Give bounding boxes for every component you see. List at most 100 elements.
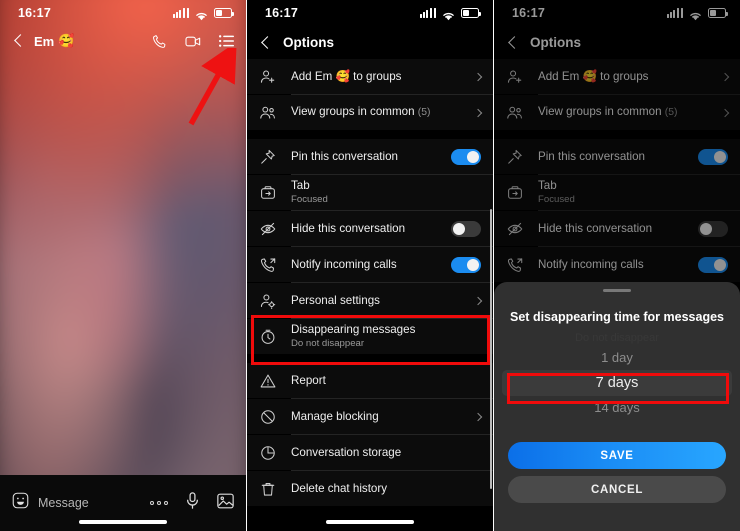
option-label-main: View groups in common: [291, 105, 415, 118]
list-scrollbar[interactable]: [490, 209, 492, 489]
page-title: Options: [283, 35, 334, 50]
option-sublabel: Focused: [291, 194, 328, 205]
chat-contact-label: Em: [34, 33, 55, 49]
sticker-smiley-icon[interactable]: [12, 492, 29, 514]
cancel-button[interactable]: CANCEL: [508, 476, 726, 503]
trash-icon: [260, 481, 282, 497]
option-label: Hide this conversation: [291, 221, 406, 235]
section-gap: [247, 354, 493, 363]
option-control[interactable]: [473, 72, 483, 81]
wifi-icon: [195, 8, 208, 21]
dialog-actions: SAVE CANCEL: [494, 442, 740, 503]
panel-chat-screen: 16:17 Em 🥰 Message: [0, 0, 246, 531]
option-row-conversation-storage[interactable]: Conversation storage: [247, 435, 493, 470]
option-text: Report: [291, 374, 326, 388]
option-text: Manage blocking: [291, 410, 379, 424]
option-row-manage-blocking[interactable]: Manage blocking: [247, 399, 493, 434]
duration-picker[interactable]: Do not disappear 1 day 7 days 14 days: [494, 330, 740, 420]
option-label: Report: [291, 373, 326, 387]
more-options-icon[interactable]: [149, 500, 168, 506]
picker-option-7-days[interactable]: 7 days: [502, 370, 732, 396]
option-control[interactable]: [451, 220, 481, 237]
option-row-delete-chat-history[interactable]: Delete chat history: [247, 471, 493, 506]
chevron-right-icon: [473, 296, 483, 305]
chevron-right-icon: [473, 108, 483, 117]
video-call-icon[interactable]: [185, 34, 201, 49]
options-header: Options: [247, 26, 493, 59]
option-row-view-groups-in-common[interactable]: View groups in common (5): [247, 95, 493, 130]
option-row-personal-settings[interactable]: Personal settings: [247, 283, 493, 318]
status-bar: 16:17: [247, 0, 493, 26]
toggle-hide-conversation[interactable]: [451, 220, 481, 237]
add-person-icon: [260, 69, 282, 85]
back-chevron-icon[interactable]: [10, 32, 28, 50]
voice-call-icon[interactable]: [152, 34, 167, 49]
notify-call-icon: [260, 257, 282, 273]
message-input[interactable]: Message: [38, 496, 89, 510]
option-label: Tab: [291, 179, 310, 192]
save-button[interactable]: SAVE: [508, 442, 726, 469]
option-row-pin-conversation[interactable]: Pin this conversation: [247, 139, 493, 174]
toggle-notify-incoming-calls[interactable]: [451, 256, 481, 273]
options-list: Add Em 🥰 to groups View groups in common…: [247, 59, 493, 506]
signal-bars-icon: [419, 8, 436, 18]
option-text: Disappearing messages Do not disappear: [291, 323, 415, 350]
status-icons: [172, 8, 234, 21]
status-time: 16:17: [18, 6, 51, 20]
option-row-hide-conversation[interactable]: Hide this conversation: [247, 211, 493, 246]
option-row-tab[interactable]: Tab Focused: [247, 175, 493, 210]
option-text: Add Em 🥰 to groups: [291, 70, 401, 84]
back-chevron-icon[interactable]: [257, 34, 275, 52]
option-control[interactable]: [473, 412, 483, 421]
option-control[interactable]: [451, 256, 481, 273]
picker-option-do-not-disappear[interactable]: Do not disappear: [494, 330, 740, 346]
chevron-right-icon: [473, 412, 483, 421]
option-label: View groups in common (5): [291, 105, 430, 120]
chat-contact-name[interactable]: Em 🥰: [34, 33, 74, 49]
option-label: Manage blocking: [291, 409, 379, 423]
option-text: Delete chat history: [291, 482, 387, 496]
chat-action-icons: [152, 34, 234, 49]
home-indicator: [79, 520, 167, 524]
option-sublabel: Do not disappear: [291, 338, 365, 349]
option-row-disappearing-messages[interactable]: Disappearing messages Do not disappear: [247, 319, 493, 354]
chat-top-bar: Em 🥰: [0, 26, 246, 56]
status-icons: [419, 8, 481, 21]
option-control[interactable]: [451, 148, 481, 165]
dialog-title: Set disappearing time for messages: [510, 310, 724, 324]
gallery-image-icon[interactable]: [217, 493, 234, 514]
groups-icon: [260, 105, 282, 121]
option-count: (5): [417, 107, 431, 118]
chevron-right-icon: [473, 72, 483, 81]
option-control[interactable]: [473, 296, 483, 305]
section-gap: [247, 130, 493, 139]
status-bar: 16:17: [0, 0, 246, 26]
picker-option-14-days[interactable]: 14 days: [494, 396, 740, 420]
toggle-pin-conversation[interactable]: [451, 148, 481, 165]
hide-eye-icon: [260, 221, 282, 237]
disappearing-time-bottom-sheet: Set disappearing time for messages Do no…: [494, 282, 740, 531]
option-label: Notify incoming calls: [291, 257, 397, 271]
status-time: 16:17: [265, 6, 298, 20]
option-label: Delete chat history: [291, 481, 388, 495]
option-label: Personal settings: [291, 293, 380, 307]
timer-icon: [260, 329, 282, 345]
pin-icon: [260, 149, 282, 165]
option-label: Disappearing messages: [291, 323, 416, 336]
option-row-notify-incoming-calls[interactable]: Notify incoming calls: [247, 247, 493, 282]
option-text: Notify incoming calls: [291, 258, 397, 272]
personal-settings-icon: [260, 293, 282, 309]
options-list-icon[interactable]: [219, 34, 234, 48]
block-icon: [260, 409, 282, 425]
signal-bars-icon: [172, 8, 189, 18]
option-row-add-to-groups[interactable]: Add Em 🥰 to groups: [247, 59, 493, 94]
option-row-report[interactable]: Report: [247, 363, 493, 398]
composer-actions: [149, 492, 235, 514]
picker-option-1-day[interactable]: 1 day: [494, 346, 740, 370]
option-control[interactable]: [473, 108, 483, 117]
option-text: Pin this conversation: [291, 150, 398, 164]
chat-contact-emoji: 🥰: [58, 33, 75, 48]
battery-icon: [461, 8, 481, 18]
microphone-icon[interactable]: [186, 492, 199, 514]
sheet-drag-handle[interactable]: [603, 289, 631, 292]
